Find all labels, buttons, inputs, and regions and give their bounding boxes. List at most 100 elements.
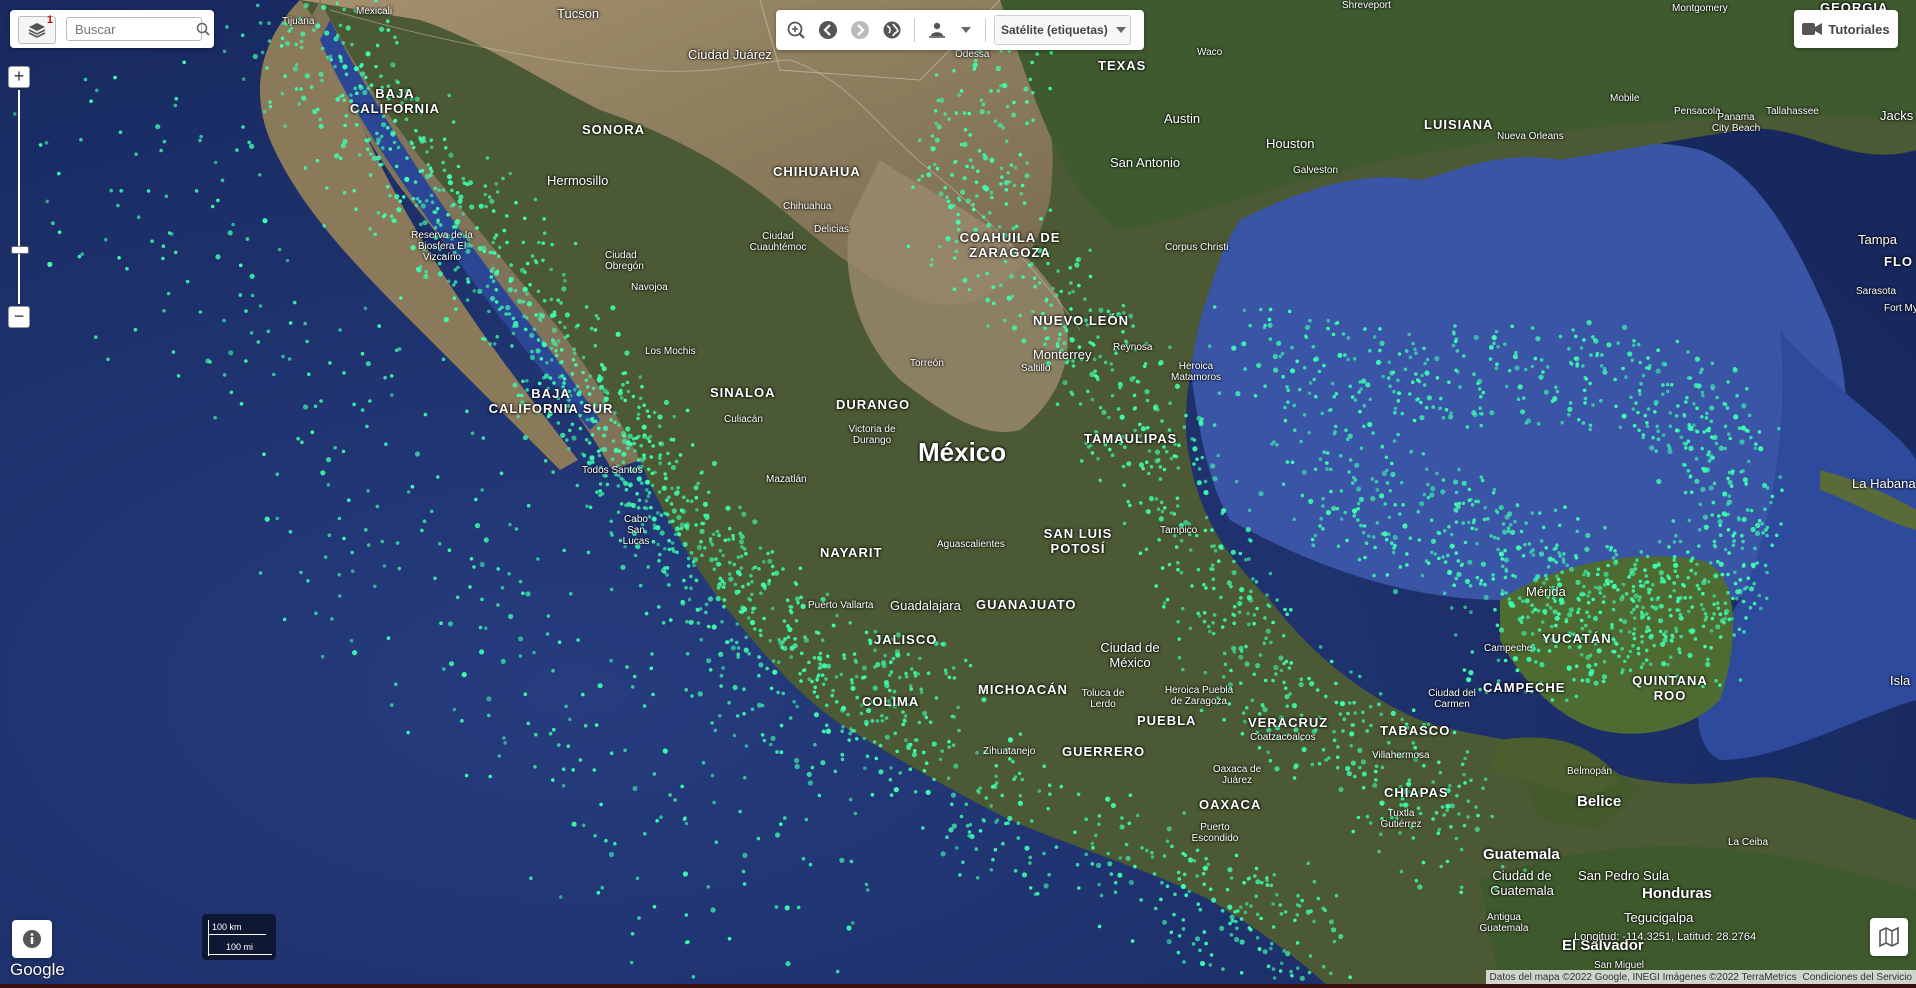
event-point[interactable] [784,905,790,911]
event-point[interactable] [1180,883,1186,890]
event-point[interactable] [1444,407,1449,412]
event-point[interactable] [1533,577,1539,583]
event-point[interactable] [1632,632,1636,636]
event-point[interactable] [963,658,968,663]
event-point[interactable] [1334,700,1339,705]
event-point[interactable] [1253,394,1258,398]
event-point[interactable] [979,98,984,102]
event-point[interactable] [1408,355,1413,360]
event-point[interactable] [1656,429,1660,434]
event-point[interactable] [1212,613,1217,617]
event-point[interactable] [684,913,689,917]
event-point[interactable] [956,212,960,217]
event-point[interactable] [441,160,445,165]
event-point[interactable] [1307,970,1312,975]
event-point[interactable] [1203,479,1208,484]
event-point[interactable] [970,165,975,169]
event-point[interactable] [472,565,476,569]
event-point[interactable] [995,65,1001,72]
event-point[interactable] [988,211,992,215]
event-point[interactable] [1491,573,1495,577]
event-point[interactable] [671,508,677,514]
event-point[interactable] [1357,747,1363,754]
event-point[interactable] [1176,567,1180,572]
event-point[interactable] [1004,139,1009,144]
event-point[interactable] [947,745,951,749]
event-point[interactable] [667,583,671,587]
event-point[interactable] [1491,335,1497,341]
event-point[interactable] [1219,595,1223,600]
event-point[interactable] [1014,224,1019,229]
event-point[interactable] [1335,321,1340,325]
event-point[interactable] [676,514,682,521]
event-point[interactable] [810,765,815,770]
event-point[interactable] [715,596,721,602]
event-point[interactable] [1289,661,1294,665]
event-point[interactable] [930,134,935,138]
event-point[interactable] [297,102,302,106]
event-point[interactable] [1207,624,1211,629]
event-point[interactable] [880,713,884,718]
event-point[interactable] [638,396,643,401]
event-point[interactable] [1521,554,1526,558]
event-point[interactable] [642,453,646,458]
event-point[interactable] [602,425,609,431]
event-point[interactable] [1668,594,1673,599]
event-point[interactable] [593,834,597,838]
event-point[interactable] [285,258,290,263]
event-point[interactable] [342,7,346,12]
event-point[interactable] [257,173,262,177]
event-point[interactable] [1753,546,1757,551]
event-point[interactable] [1255,936,1260,940]
event-point[interactable] [1602,594,1606,599]
event-point[interactable] [1723,616,1727,621]
event-point[interactable] [303,321,308,326]
event-point[interactable] [1241,341,1247,347]
event-point[interactable] [1352,357,1357,361]
event-point[interactable] [913,671,917,675]
event-point[interactable] [1375,488,1380,492]
event-point[interactable] [1513,519,1517,524]
event-point[interactable] [338,328,342,332]
event-point[interactable] [508,171,512,176]
event-point[interactable] [766,551,770,556]
event-point[interactable] [1035,52,1039,56]
event-point[interactable] [1468,670,1474,676]
event-point[interactable] [1071,364,1076,368]
event-point[interactable] [390,703,394,707]
event-point[interactable] [757,655,761,659]
event-point[interactable] [1585,610,1589,614]
event-point[interactable] [954,111,959,115]
event-point[interactable] [651,692,655,697]
event-point[interactable] [592,768,597,772]
event-point[interactable] [1439,864,1443,869]
event-point[interactable] [1672,555,1677,559]
event-point[interactable] [1675,574,1680,579]
event-point[interactable] [388,193,392,198]
event-point[interactable] [1732,531,1737,535]
event-point[interactable] [393,119,397,123]
event-point[interactable] [1603,582,1607,587]
event-point[interactable] [623,748,627,753]
event-point[interactable] [1553,599,1557,603]
event-point[interactable] [1244,557,1248,562]
event-point[interactable] [950,802,954,807]
event-point[interactable] [300,440,304,445]
event-point[interactable] [1222,718,1226,722]
event-point[interactable] [1250,698,1255,703]
event-point[interactable] [368,173,373,177]
event-point[interactable] [1307,431,1311,435]
event-point[interactable] [743,775,747,780]
event-point[interactable] [796,905,801,910]
event-point[interactable] [1022,201,1027,205]
event-point[interactable] [650,483,655,488]
event-point[interactable] [438,223,443,227]
event-point[interactable] [1317,369,1322,374]
event-point[interactable] [1097,924,1102,929]
event-point[interactable] [1062,341,1067,346]
event-point[interactable] [1332,394,1336,399]
event-point[interactable] [595,490,599,495]
event-point[interactable] [1523,367,1528,372]
event-point[interactable] [892,689,897,694]
event-point[interactable] [1488,357,1493,361]
